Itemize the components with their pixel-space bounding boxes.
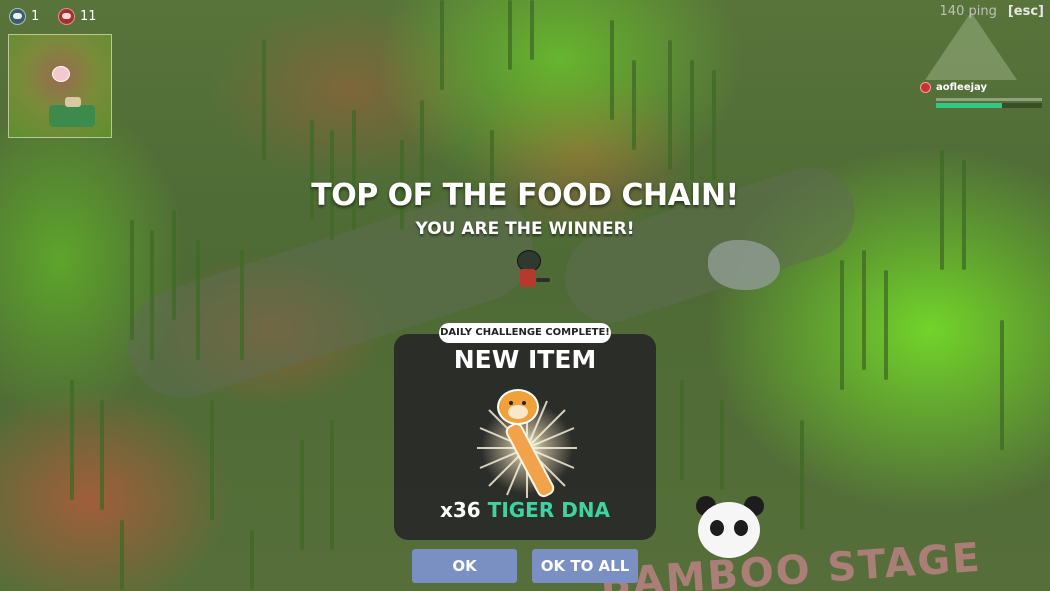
minimap[interactable] [8, 34, 112, 138]
player-name: aofleejay [936, 82, 987, 93]
item-reward-line: x36 TIGER DNA [394, 498, 656, 522]
ok-button[interactable]: OK [412, 549, 517, 583]
tiger-face-icon [497, 389, 539, 425]
kills-count: 1 [31, 9, 40, 24]
ping-readout: 140 ping [939, 4, 997, 19]
player-status-icon [920, 82, 931, 93]
deaths-counter: 11 [58, 8, 97, 25]
player-nameplate: aofleejay [920, 82, 987, 93]
player-character [515, 250, 550, 294]
new-item-heading: NEW ITEM [453, 345, 597, 374]
top-right-hud: 140 ping [esc] [940, 4, 1044, 19]
esc-button[interactable]: [esc] [1008, 4, 1044, 19]
minimap-player-marker [52, 66, 70, 82]
player-health-bar [936, 98, 1042, 108]
tent-marker [925, 12, 1017, 80]
player-health-fill [936, 103, 1002, 108]
ok-to-all-button[interactable]: OK TO ALL [532, 549, 638, 583]
kills-counter: 1 [9, 8, 39, 25]
daily-challenge-badge: DAILY CHALLENGE COMPLETE! [439, 323, 611, 343]
item-quantity: x36 [439, 498, 481, 522]
victory-subtitle: YOU ARE THE WINNER! [415, 219, 635, 239]
minimap-platform [49, 97, 95, 127]
item-name: TIGER DNA [487, 498, 611, 522]
red-skull-icon [58, 8, 75, 25]
panda-skull-icon [9, 8, 26, 25]
deaths-count: 11 [80, 9, 97, 24]
victory-title: TOP OF THE FOOD CHAIN! [311, 178, 739, 213]
